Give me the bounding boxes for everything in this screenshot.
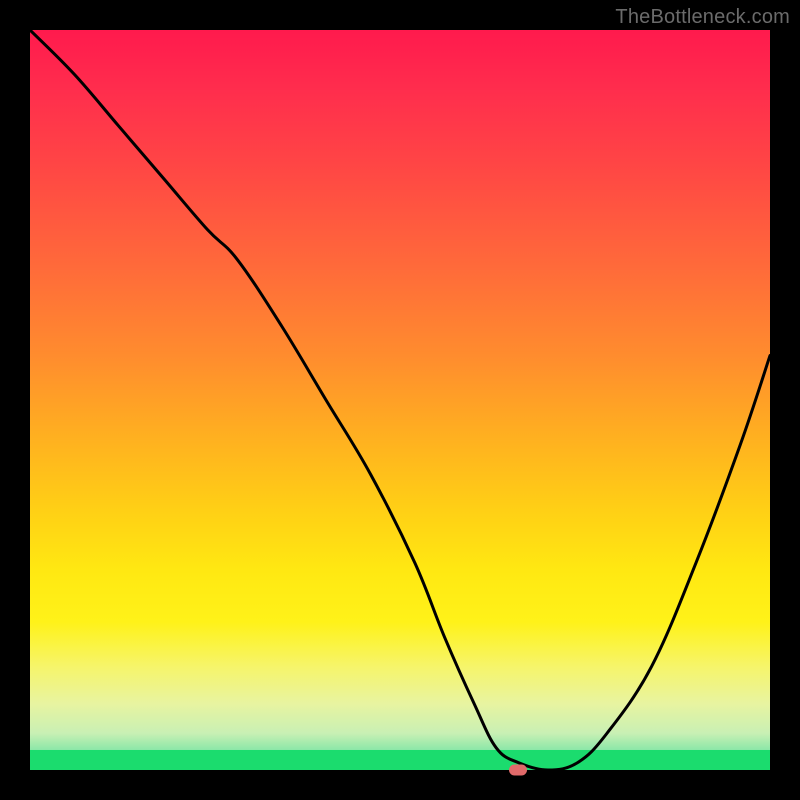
watermark-label: TheBottleneck.com — [615, 6, 790, 29]
plot-area — [30, 30, 770, 770]
optimum-marker — [509, 765, 527, 776]
chart-frame: TheBottleneck.com — [0, 0, 800, 800]
bottleneck-curve — [30, 30, 770, 770]
